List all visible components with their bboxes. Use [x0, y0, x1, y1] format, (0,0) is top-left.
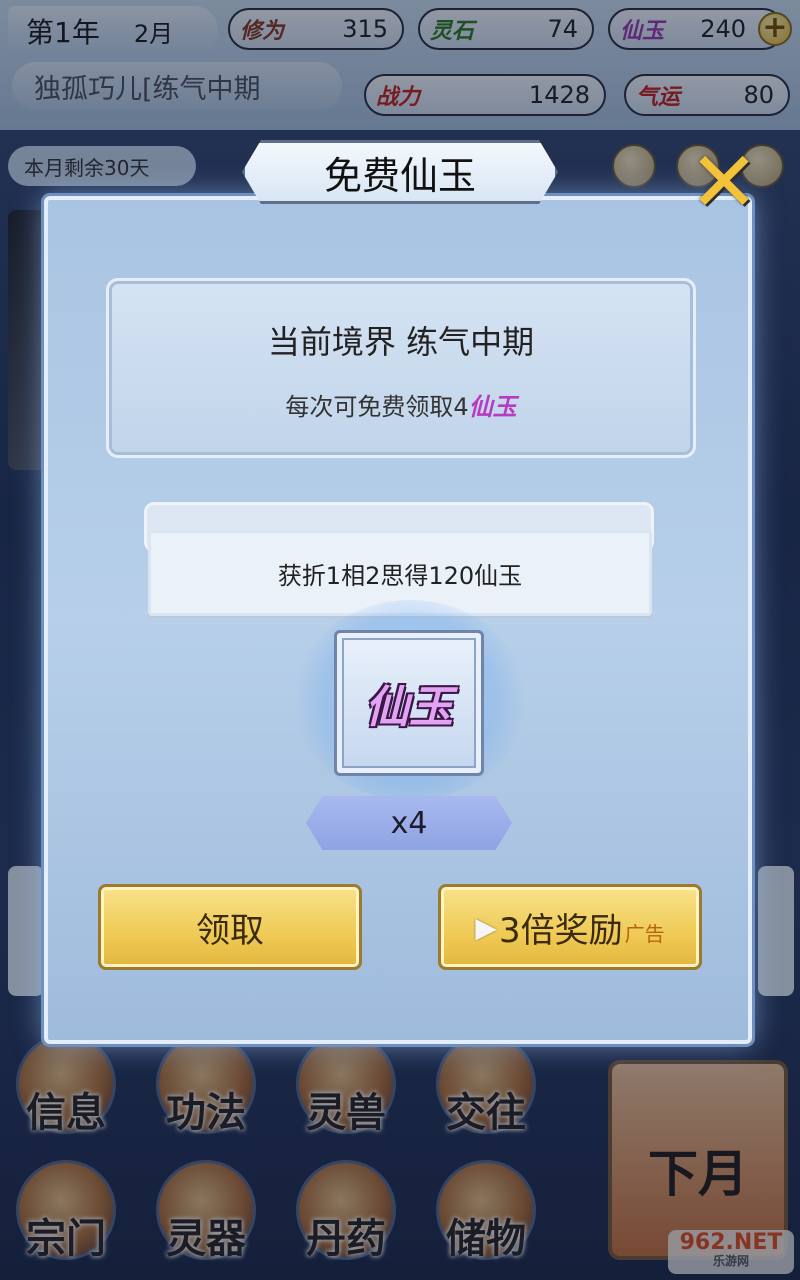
ad-tag: 广告 [624, 921, 665, 946]
reward-item-name: 仙玉 [365, 682, 453, 733]
reward-item-card: 仙玉 [334, 630, 484, 776]
realm-description: 每次可免费领取4仙玉 [109, 387, 693, 422]
play-icon: ▶ [475, 910, 497, 944]
triple-reward-button[interactable]: ▶ 3倍奖励 广告 [438, 884, 702, 970]
realm-desc-jade: 仙玉 [468, 392, 517, 421]
claim-button[interactable]: 领取 [98, 884, 362, 970]
realm-desc-text: 每次可免费领取4 [285, 393, 469, 421]
claim-label: 领取 [196, 910, 264, 951]
triple-reward-label: 3倍奖励 [498, 910, 623, 951]
reward-quantity: x4 [306, 796, 512, 850]
realm-title: 当前境界 练气中期 [267, 323, 535, 361]
dialog-title: 免费仙玉 [242, 140, 558, 204]
realm-info-panel: 当前境界 练气中期 每次可免费领取4仙玉 [106, 278, 696, 458]
close-icon[interactable]: ✕ [682, 140, 766, 224]
